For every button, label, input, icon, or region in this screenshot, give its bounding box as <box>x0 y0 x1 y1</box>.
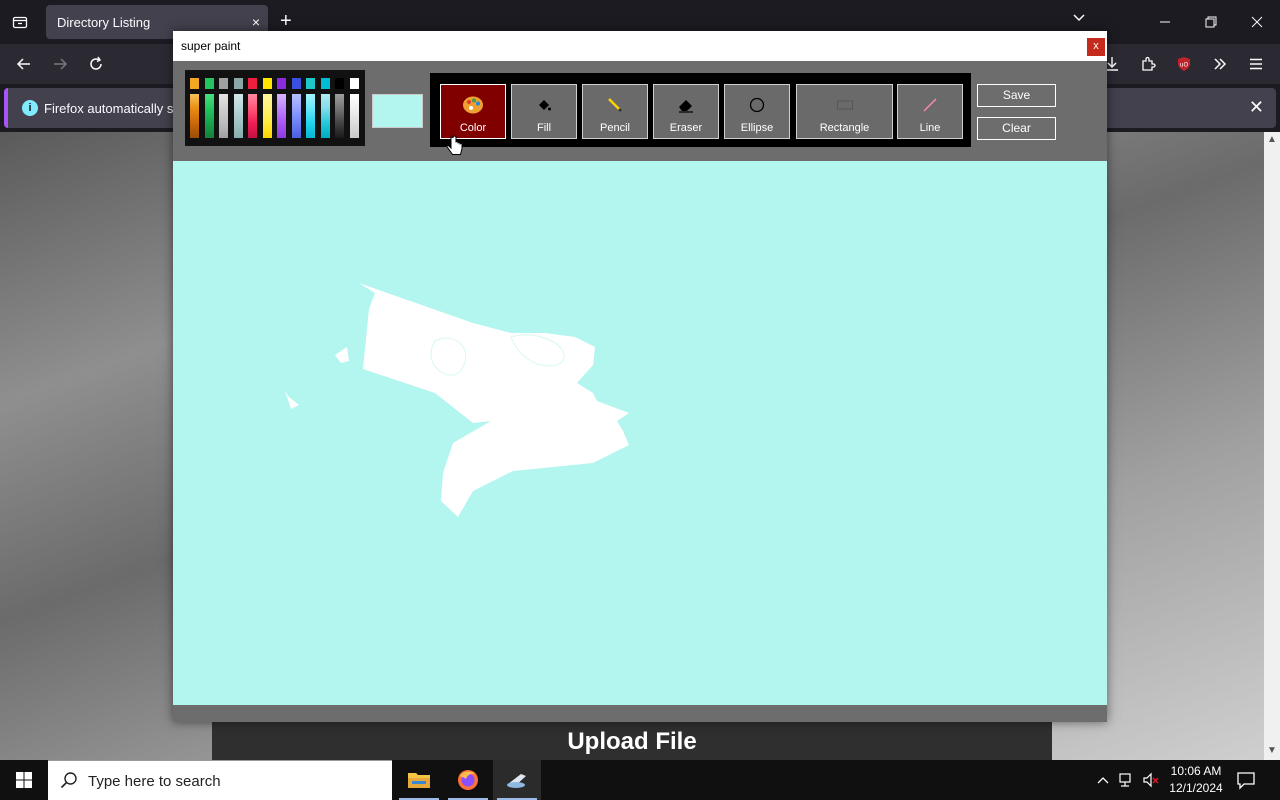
palette-shade-strip[interactable] <box>262 94 272 138</box>
super-paint-app-icon[interactable] <box>493 760 541 800</box>
tool-bar: Color Fill Pencil Eraser Ellipse Rectang… <box>430 73 971 147</box>
selected-color-swatch <box>372 94 423 128</box>
save-button[interactable]: Save <box>977 84 1056 107</box>
paint-title: super paint <box>181 39 241 53</box>
notification-close-icon[interactable]: ✕ <box>1249 97 1264 118</box>
palette-shade-strip[interactable] <box>248 94 257 138</box>
ellipse-icon <box>725 95 789 115</box>
palette-shade-strip[interactable] <box>233 94 243 138</box>
palette-shade-strip[interactable] <box>335 94 344 138</box>
ellipse-tool-label: Ellipse <box>740 122 774 134</box>
palette-swatch[interactable] <box>320 78 330 89</box>
palette-swatch[interactable] <box>233 78 243 89</box>
minimize-icon[interactable] <box>1142 0 1188 44</box>
pencil-icon <box>583 95 647 115</box>
palette-swatch[interactable] <box>262 78 272 89</box>
windows-start-icon[interactable] <box>0 760 48 800</box>
color-tool-label: Color <box>459 122 487 134</box>
scroll-up-icon[interactable]: ▲ <box>1264 134 1280 145</box>
paint-window: super paint x Color Fill Pencil Eraser E… <box>173 31 1107 722</box>
line-tool-label: Line <box>919 122 941 134</box>
upload-title: Upload File <box>567 728 697 755</box>
palette-swatch[interactable] <box>335 78 344 89</box>
system-clock[interactable]: 10:06 AM 12/1/2024 <box>1164 763 1228 797</box>
eraser-icon <box>654 95 718 115</box>
extensions-icon[interactable] <box>1136 52 1160 76</box>
search-placeholder: Type here to search <box>88 773 221 790</box>
tray-chevron-up-icon[interactable] <box>1094 760 1112 800</box>
pencil-tool-label: Pencil <box>600 122 630 134</box>
paint-bucket-icon <box>512 95 576 115</box>
drawn-shape <box>359 283 629 517</box>
paint-titlebar[interactable]: super paint x <box>173 31 1107 61</box>
rectangle-icon <box>797 95 892 115</box>
tab-close-icon[interactable]: × <box>252 14 260 30</box>
tab-list-icon[interactable] <box>8 10 32 34</box>
ublock-icon[interactable]: uO <box>1172 52 1196 76</box>
palette-swatch[interactable] <box>291 78 301 89</box>
clock-time: 10:06 AM <box>1170 764 1222 778</box>
palette-shade-strip[interactable] <box>291 94 301 138</box>
overflow-chevrons-icon[interactable] <box>1208 52 1232 76</box>
palette-shade-strip[interactable] <box>349 94 359 138</box>
paint-close-button[interactable]: x <box>1087 38 1105 56</box>
eraser-tool-label: Eraser <box>669 122 703 134</box>
back-icon[interactable] <box>12 52 36 76</box>
file-explorer-icon[interactable] <box>395 760 443 800</box>
clear-button[interactable]: Clear <box>977 117 1056 140</box>
svg-text:uO: uO <box>1180 62 1189 69</box>
palette-swatch[interactable] <box>190 78 199 89</box>
tab-title: Directory Listing <box>57 15 151 30</box>
eraser-tool-button[interactable]: Eraser <box>653 84 719 139</box>
firefox-icon[interactable] <box>444 760 492 800</box>
rectangle-tool-label: Rectangle <box>819 122 870 134</box>
notification-text: Firefox automatically sen <box>44 101 188 116</box>
color-palette <box>185 70 365 146</box>
palette-swatch[interactable] <box>277 78 286 89</box>
restore-icon[interactable] <box>1188 0 1234 44</box>
palette-shade-strip[interactable] <box>204 94 214 138</box>
palette-shade-strip[interactable] <box>277 94 286 138</box>
new-tab-button[interactable]: + <box>280 10 292 32</box>
taskbar: Type here to search 10:06 AM 12/1/2024 <box>0 760 1280 800</box>
window-close-icon[interactable] <box>1234 0 1280 44</box>
palette-swatch[interactable] <box>204 78 214 89</box>
fill-tool-label: Fill <box>536 122 552 134</box>
volume-muted-icon[interactable] <box>1140 760 1162 800</box>
ellipse-tool-button[interactable]: Ellipse <box>724 84 790 139</box>
page-scrollbar[interactable] <box>1264 132 1280 760</box>
line-tool-button[interactable]: Line <box>897 84 963 139</box>
info-icon: i <box>22 100 38 116</box>
scroll-down-icon[interactable]: ▼ <box>1264 745 1280 756</box>
pencil-tool-button[interactable]: Pencil <box>582 84 648 139</box>
forward-icon[interactable] <box>48 52 72 76</box>
drawn-blob <box>285 391 299 409</box>
clock-date: 12/1/2024 <box>1169 781 1223 795</box>
palette-shade-strip[interactable] <box>190 94 199 138</box>
palette-swatch[interactable] <box>349 78 359 89</box>
palette-icon <box>441 95 505 115</box>
line-icon <box>898 95 962 115</box>
palette-swatch[interactable] <box>306 78 315 89</box>
drawing-canvas[interactable] <box>173 161 1107 705</box>
palette-shade-strip[interactable] <box>306 94 315 138</box>
color-tool-button[interactable]: Color <box>440 84 506 139</box>
chevron-down-icon[interactable] <box>1072 12 1086 26</box>
rectangle-tool-button[interactable]: Rectangle <box>796 84 893 139</box>
reload-icon[interactable] <box>84 52 108 76</box>
palette-shade-strip[interactable] <box>219 94 228 138</box>
palette-swatch[interactable] <box>248 78 257 89</box>
drawn-blob <box>335 347 349 363</box>
fill-tool-button[interactable]: Fill <box>511 84 577 139</box>
network-icon[interactable] <box>1116 760 1138 800</box>
palette-swatch[interactable] <box>219 78 228 89</box>
canvas-drawing <box>285 283 629 517</box>
palette-shade-strip[interactable] <box>320 94 330 138</box>
notification-center-icon[interactable] <box>1236 770 1256 793</box>
hand-cursor-icon <box>446 135 463 162</box>
taskbar-search-box[interactable]: Type here to search <box>48 760 392 800</box>
hamburger-menu-icon[interactable] <box>1244 52 1268 76</box>
search-icon <box>60 771 78 792</box>
